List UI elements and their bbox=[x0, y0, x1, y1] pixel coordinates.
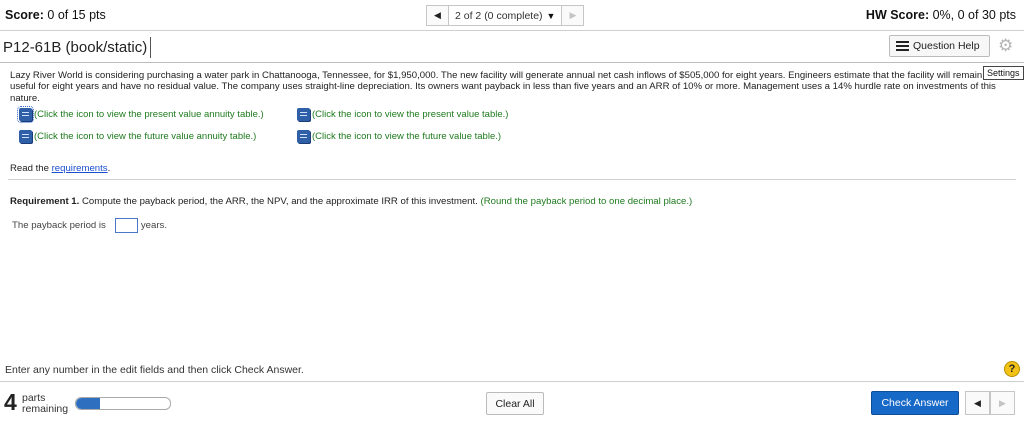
hw-score-label: HW Score: bbox=[865, 8, 930, 22]
book-icon[interactable] bbox=[297, 108, 310, 121]
parts-remaining-label: parts remaining bbox=[22, 393, 68, 414]
next-question-button[interactable]: ▶ bbox=[990, 391, 1015, 415]
divider bbox=[0, 381, 1024, 382]
book-icon[interactable] bbox=[19, 130, 32, 143]
answer-suffix: years. bbox=[140, 220, 167, 231]
question-help-button[interactable]: Question Help bbox=[889, 35, 990, 57]
link-label: (Click the icon to view the future value… bbox=[34, 131, 257, 142]
left-arrow-icon: ◀ bbox=[974, 397, 981, 408]
remaining-word: remaining bbox=[22, 402, 69, 415]
question-title: P12-61B (book/static) bbox=[3, 37, 152, 58]
parts-count: 4 bbox=[4, 389, 17, 415]
progress-fill bbox=[76, 398, 100, 409]
right-arrow-icon: ▶ bbox=[569, 10, 577, 20]
instructions: Enter any number in the edit fields and … bbox=[5, 364, 304, 376]
requirements-link[interactable]: requirements bbox=[52, 163, 108, 174]
question-navigator: ◀ 2 of 2 (0 complete) ▼ ▶ bbox=[426, 5, 585, 26]
score-value: 0 of 15 pts bbox=[47, 8, 106, 22]
present-value-table-link[interactable]: (Click the icon to view the present valu… bbox=[297, 108, 508, 121]
read-requirements-suffix: . bbox=[107, 163, 111, 174]
requirement-text: Compute the payback period, the ARR, the… bbox=[79, 196, 481, 207]
bottom-question-navigator: ◀ ▶ bbox=[965, 391, 1015, 415]
previous-question-button[interactable]: ◀ bbox=[965, 391, 990, 415]
payback-period-input[interactable] bbox=[114, 218, 138, 233]
left-arrow-icon: ◀ bbox=[434, 10, 441, 20]
divider bbox=[0, 62, 1024, 63]
settings-tooltip: Settings bbox=[983, 66, 1024, 80]
answer-prefix: The payback period is bbox=[12, 220, 106, 231]
requirement: Requirement 1. Compute the payback perio… bbox=[10, 196, 692, 207]
book-icon[interactable] bbox=[297, 130, 310, 143]
hw-score: HW Score: 0%, 0 of 30 pts bbox=[866, 8, 1016, 22]
previous-question-button[interactable]: ◀ bbox=[426, 5, 449, 26]
present-value-annuity-table-link[interactable]: (Click the icon to view the present valu… bbox=[17, 106, 264, 123]
help-icon[interactable]: ? bbox=[1004, 361, 1020, 377]
link-label: (Click the icon to view the present valu… bbox=[312, 109, 509, 120]
payback-answer: The payback period is years. bbox=[12, 218, 167, 233]
top-bar: Score: 0 of 15 pts ◀ 2 of 2 (0 complete)… bbox=[0, 0, 1024, 31]
future-value-annuity-table-link[interactable]: (Click the icon to view the future value… bbox=[19, 130, 256, 143]
progress-bar bbox=[75, 397, 171, 410]
future-value-table-link[interactable]: (Click the icon to view the future value… bbox=[297, 130, 501, 143]
link-label: (Click the icon to view the future value… bbox=[312, 131, 502, 142]
problem-text: Lazy River World is considering purchasi… bbox=[10, 70, 996, 104]
question-help-label: Question Help bbox=[913, 40, 980, 52]
score: Score: 0 of 15 pts bbox=[5, 8, 106, 22]
read-requirements: Read the requirements. bbox=[10, 163, 110, 174]
right-arrow-icon: ▶ bbox=[999, 397, 1006, 408]
check-answer-button[interactable]: Check Answer bbox=[871, 391, 959, 415]
hw-score-value: 0%, 0 of 30 pts bbox=[932, 8, 1016, 22]
read-requirements-prefix: Read the bbox=[10, 163, 52, 174]
chevron-down-icon: ▼ bbox=[546, 10, 556, 21]
clear-all-button[interactable]: Clear All bbox=[486, 392, 544, 415]
question-position: 2 of 2 (0 complete) bbox=[455, 9, 543, 22]
divider bbox=[8, 179, 1016, 180]
score-label: Score: bbox=[5, 8, 44, 22]
next-question-button[interactable]: ▶ bbox=[561, 5, 585, 26]
gear-icon[interactable]: ⚙ bbox=[998, 37, 1013, 54]
link-label: (Click the icon to view the present valu… bbox=[34, 109, 264, 120]
requirement-label: Requirement 1. bbox=[10, 196, 80, 207]
book-icon[interactable] bbox=[17, 106, 34, 123]
question-select[interactable]: 2 of 2 (0 complete) ▼ bbox=[449, 5, 562, 26]
requirement-hint: (Round the payback period to one decimal… bbox=[480, 196, 693, 207]
list-icon bbox=[896, 39, 909, 53]
